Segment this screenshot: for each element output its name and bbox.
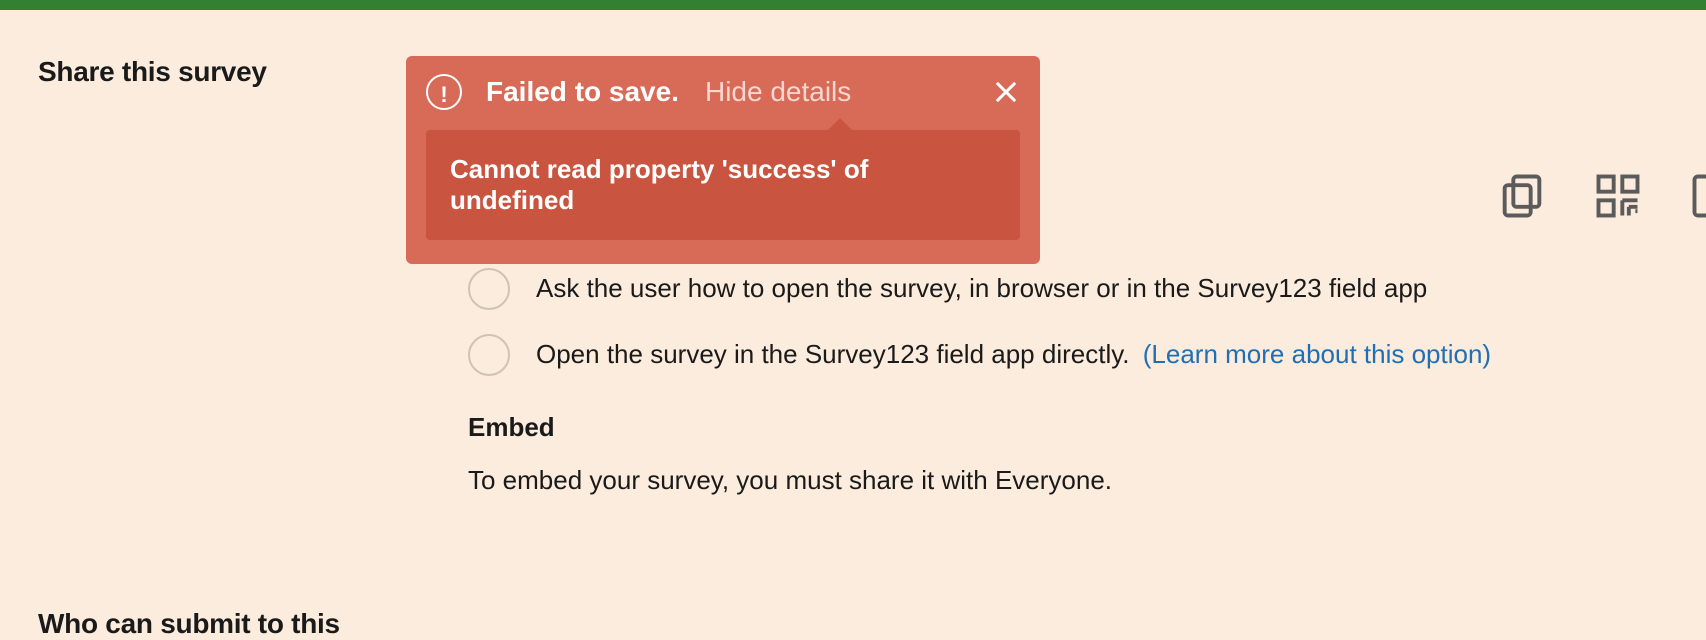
error-toast: ! Failed to save. Hide details Cannot re… — [406, 56, 1040, 264]
option-field-app: Open the survey in the Survey123 field a… — [468, 334, 1668, 376]
toast-detail: Cannot read property 'success' of undefi… — [426, 130, 1020, 240]
left-column: Share this survey — [38, 54, 468, 496]
share-section-title: Share this survey — [38, 54, 468, 89]
alert-icon: ! — [426, 74, 462, 110]
embed-text: To embed your survey, you must share it … — [468, 465, 1668, 496]
toast-title: Failed to save. — [486, 76, 679, 108]
embed-heading: Embed — [468, 412, 1668, 443]
option-label: Ask the user how to open the survey, in … — [536, 271, 1427, 306]
page-body: Share this survey — [0, 10, 1706, 496]
submit-section-title: Who can submit to this — [38, 608, 340, 640]
alert-glyph: ! — [440, 82, 447, 108]
toast-toggle-details[interactable]: Hide details — [705, 76, 851, 108]
top-accent-bar — [0, 0, 1706, 10]
share-toolbar — [1496, 170, 1706, 222]
qr-code-icon[interactable] — [1592, 170, 1644, 222]
radio-ask-user[interactable] — [468, 268, 510, 310]
close-icon[interactable] — [992, 78, 1020, 106]
option-ask-user: Ask the user how to open the survey, in … — [468, 268, 1668, 310]
open-new-window-icon[interactable] — [1688, 170, 1706, 222]
option-label: Open the survey in the Survey123 field a… — [536, 339, 1130, 369]
learn-more-link[interactable]: (Learn more about this option) — [1143, 339, 1491, 369]
toast-header: ! Failed to save. Hide details — [426, 76, 1020, 108]
copy-icon[interactable] — [1496, 170, 1548, 222]
radio-field-app[interactable] — [468, 334, 510, 376]
